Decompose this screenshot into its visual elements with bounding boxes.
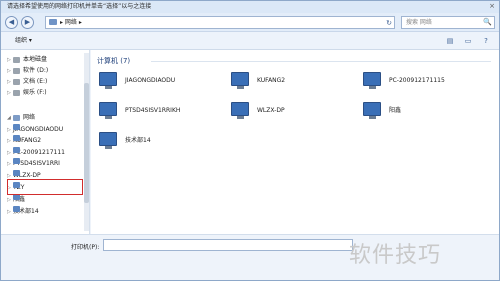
toolbar: 组织 ▾ ▤ ▭ ?: [1, 32, 499, 50]
computer-item[interactable]: WLZX-DP: [231, 102, 351, 120]
address-bar[interactable]: ▸ 网络 ▸ ↻: [45, 16, 395, 29]
printer-select-dialog: 请选择希望使用的网络打印机并单击“选择”以与之连接 × ◀ ▶ ▸ 网络 ▸ ↻…: [0, 0, 500, 281]
sidebar-scrollbar[interactable]: [84, 53, 89, 231]
drive-icon: [13, 56, 20, 63]
search-input[interactable]: 搜索 网络 🔍: [401, 16, 495, 29]
network-icon: [13, 114, 20, 121]
content-pane: 计算机 (7) JIAGONGDIAODU KUFANG2 PC-2009121…: [91, 50, 499, 234]
scrollbar-thumb[interactable]: [84, 83, 89, 203]
sidebar-item-network[interactable]: ◢ 网络: [7, 112, 35, 123]
computer-icon: [363, 102, 381, 119]
sidebar-item-jiagongdiaodu[interactable]: ▷ JIAGONGDIAODU: [7, 124, 63, 135]
sidebar-item-local-disk[interactable]: ▷ 本地磁盘: [7, 54, 47, 65]
search-placeholder: 搜索 网络: [406, 19, 432, 26]
computer-icon: [13, 158, 20, 164]
preview-pane-icon[interactable]: ▭: [463, 36, 473, 46]
sidebar-item-kufang2[interactable]: ▷ KUFANG2: [7, 135, 41, 146]
sidebar-item-tech-dept-14[interactable]: ▷ 技术部14: [7, 206, 39, 217]
search-icon[interactable]: 🔍: [483, 17, 492, 28]
computer-icon: [99, 102, 117, 119]
help-icon[interactable]: ?: [481, 36, 491, 46]
computer-icon: [231, 72, 249, 89]
navigation-pane: ▷ 本地磁盘 ▷ 软件 (D:) ▷ 文档 (E:) ▷ 娱乐 (F:) ◢ 网络 ▷ JI…: [1, 50, 90, 234]
computer-icon: [13, 135, 20, 141]
computer-item[interactable]: 阳鑫: [363, 102, 483, 120]
window-title: 请选择希望使用的网络打印机并单击“选择”以与之连接: [7, 3, 152, 10]
computer-icon: [13, 124, 20, 130]
organize-button[interactable]: 组织 ▾: [15, 32, 32, 50]
computer-item[interactable]: JIAGONGDIAODU: [99, 72, 219, 90]
group-divider: [151, 61, 491, 62]
sidebar-item-yangxin[interactable]: ▷阳鑫: [7, 194, 25, 205]
back-button[interactable]: ◀: [5, 16, 18, 29]
computer-icon: [99, 72, 117, 89]
computer-icon: [231, 102, 249, 119]
forward-button[interactable]: ▶: [21, 16, 34, 29]
printer-input[interactable]: [103, 239, 353, 251]
computer-item[interactable]: 技术部14: [99, 132, 219, 150]
address-row: ◀ ▶ ▸ 网络 ▸ ↻ 搜索 网络 🔍: [1, 13, 499, 32]
watermark: 软件技巧: [349, 243, 442, 268]
address-path: ▸ 网络 ▸: [60, 19, 82, 26]
computer-icon: [13, 147, 20, 153]
title-bar: 请选择希望使用的网络打印机并单击“选择”以与之连接 ×: [1, 1, 499, 13]
sidebar-item-ptsd4sisv[interactable]: ▷ PTSD4SISV1RRI: [7, 158, 60, 169]
computer-icon: [13, 170, 20, 176]
drive-icon: [13, 67, 20, 74]
drive-icon: [13, 78, 20, 85]
computer-item[interactable]: KUFANG2: [231, 72, 351, 90]
sidebar-item-documents[interactable]: ▷ 文档 (E:): [7, 76, 47, 87]
close-icon[interactable]: ×: [487, 2, 497, 11]
group-header-computers[interactable]: 计算机 (7): [97, 56, 130, 66]
computer-icon: [363, 72, 381, 89]
sidebar-item-software[interactable]: ▷ 软件 (D:): [7, 65, 48, 76]
drive-icon: [13, 89, 20, 96]
computer-item[interactable]: PC-200912171115: [363, 72, 493, 90]
refresh-icon[interactable]: ↻: [386, 18, 392, 29]
network-icon: [49, 19, 57, 25]
printer-label: 打印机(P):: [71, 244, 100, 251]
sidebar-item-entertainment[interactable]: ▷ 娱乐 (F:): [7, 87, 47, 98]
sidebar-item-pc-20091217[interactable]: ▷ PC-20091217111: [7, 147, 65, 158]
highlight-box: [7, 179, 83, 195]
view-options-icon[interactable]: ▤: [445, 36, 455, 46]
computer-item[interactable]: PTSD4SISV1RRIKH: [99, 102, 219, 120]
computer-icon: [13, 206, 20, 212]
computer-icon: [99, 132, 117, 149]
